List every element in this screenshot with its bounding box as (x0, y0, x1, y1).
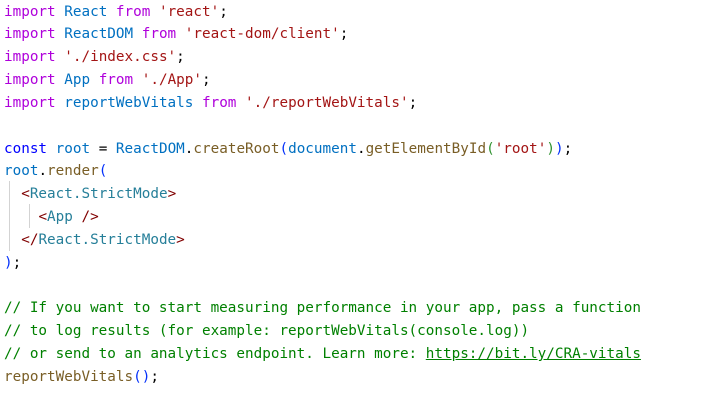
variable: root (4, 163, 39, 179)
function-name: getElementById (365, 141, 487, 157)
variable: root (55, 141, 91, 157)
paren: ) (4, 255, 13, 271)
jsx-bracket: > (167, 186, 177, 202)
code-line: <App /> (4, 206, 99, 228)
comment: // or send to an analytics endpoint. Lea… (4, 346, 426, 362)
keyword: import (4, 95, 56, 111)
keyword: from (115, 4, 151, 20)
semicolon: ; (202, 72, 211, 88)
function-name: createRoot (193, 141, 280, 157)
semicolon: ; (176, 49, 185, 65)
paren: ( (98, 163, 108, 179)
keyword: import (4, 72, 56, 88)
semicolon: ; (12, 255, 22, 271)
semicolon: ; (408, 95, 418, 111)
dot: . (38, 163, 48, 179)
code-line: import './index.css'; (4, 46, 185, 68)
identifier: reportWebVitals (55, 95, 202, 111)
keyword: import (4, 49, 56, 65)
jsx-tag-name: App (47, 209, 73, 225)
code-line: import ReactDOM from 'react-dom/client'; (4, 23, 348, 45)
dot: . (356, 141, 366, 157)
keyword: from (141, 26, 177, 42)
code-line: reportWebVitals(); (4, 366, 159, 388)
identifier: React (55, 4, 116, 20)
string: 'react-dom/client' (184, 26, 340, 42)
code-line: const root = ReactDOM.createRoot(documen… (4, 138, 572, 160)
identifier: App (55, 72, 99, 88)
string: './App' (141, 72, 203, 88)
comment: // to log results (for example: reportWe… (4, 323, 530, 339)
code-line: root.render( (4, 160, 107, 182)
code-line: ); (4, 252, 21, 274)
code-line: // If you want to start measuring perfor… (4, 297, 641, 319)
jsx-tag-name: React.StrictMode (38, 232, 177, 248)
semicolon: ; (219, 4, 228, 20)
jsx-bracket: </ (21, 232, 39, 248)
paren: () (133, 369, 151, 385)
string: 'react' (158, 4, 220, 20)
code-line: // to log results (for example: reportWe… (4, 320, 529, 342)
keyword: import (4, 4, 56, 20)
code-line: <React.StrictMode> (4, 183, 176, 205)
jsx-tag-name: React.StrictMode (29, 186, 168, 202)
keyword: from (201, 95, 237, 111)
semicolon: ; (339, 26, 349, 42)
identifier: document (288, 141, 357, 157)
keyword: const (4, 141, 48, 157)
string: 'root' (494, 141, 547, 157)
function-name: reportWebVitals (4, 369, 134, 385)
code-line: </React.StrictMode> (4, 229, 185, 251)
keyword: import (4, 26, 56, 42)
code-line: import React from 'react'; (4, 1, 228, 23)
function-name: render (47, 163, 99, 179)
paren: ( (279, 141, 289, 157)
string: './reportWebVitals' (245, 95, 409, 111)
operator: = (90, 141, 116, 157)
jsx-bracket: < (38, 209, 48, 225)
keyword: from (98, 72, 134, 88)
code-line: import reportWebVitals from './reportWeb… (4, 92, 417, 114)
jsx-bracket: > (176, 232, 185, 248)
code-line: // or send to an analytics endpoint. Lea… (4, 343, 641, 365)
identifier: ReactDOM (55, 26, 142, 42)
code-editor[interactable]: import React from 'react'; import ReactD… (0, 0, 727, 406)
string: './index.css' (64, 49, 177, 65)
identifier: ReactDOM (115, 141, 185, 157)
paren: ) (554, 141, 564, 157)
comment: // If you want to start measuring perfor… (4, 300, 641, 316)
semicolon: ; (563, 141, 573, 157)
jsx-bracket: /> (72, 209, 99, 225)
paren: ( (486, 141, 495, 157)
semicolon: ; (150, 369, 159, 385)
jsx-bracket: < (21, 186, 30, 202)
paren: ) (546, 141, 555, 157)
code-line: import App from './App'; (4, 69, 211, 91)
comment-link[interactable]: https://bit.ly/CRA-vitals (426, 346, 641, 362)
